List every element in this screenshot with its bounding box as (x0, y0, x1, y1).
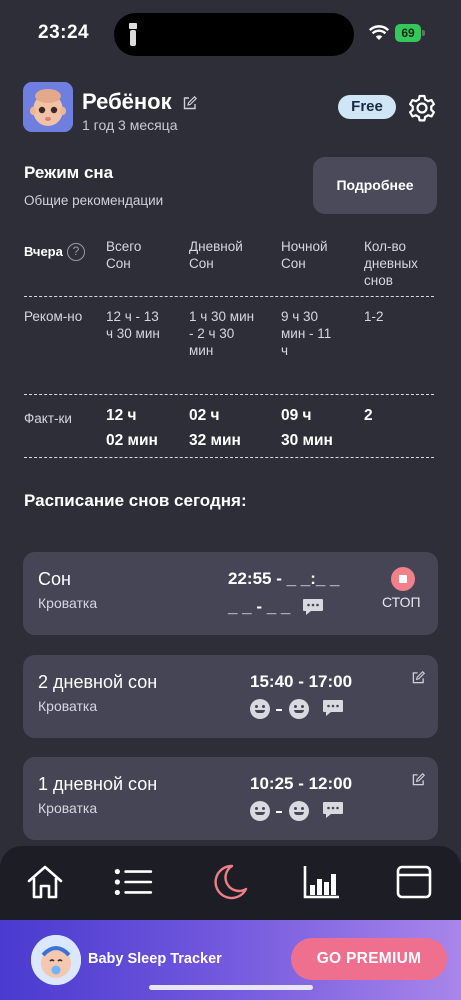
column-header-line: Сон (281, 256, 306, 271)
comment-icon[interactable] (322, 801, 344, 819)
stop-icon[interactable] (391, 567, 415, 591)
mood-start-icon[interactable] (250, 699, 270, 719)
sleep-mode-subtitle: Общие рекомендации (24, 193, 164, 208)
recommended-night: 9 ч 30 мин - 11 ч (281, 308, 331, 359)
column-header-line: дневных (364, 256, 418, 271)
sleep-card-time[interactable]: 10:25 - 12:00 (250, 774, 352, 794)
sleep-card-current[interactable]: Сон Кроватка 22:55 - _ _:_ _ _ _ - _ _ С… (23, 552, 438, 635)
mood-end-icon[interactable] (289, 801, 309, 821)
recommended-day: 1 ч 30 мин - 2 ч 30 мин (189, 308, 254, 359)
schedule-title: Расписание снов сегодня: (24, 491, 247, 510)
sleep-card-place: Кроватка (38, 595, 98, 611)
column-header-line: Сон (189, 256, 214, 271)
bottom-tab-bar (0, 846, 461, 920)
table-cell-line: 12 ч - 13 (106, 309, 159, 324)
table-divider (24, 394, 434, 395)
promo-baby-icon (31, 935, 81, 985)
table-cell-line: 1 ч 30 мин (189, 309, 255, 324)
table-cell-line: 12 ч (106, 407, 137, 424)
battery-indicator: 69 (395, 24, 421, 42)
column-header-line: Кол-во (364, 239, 406, 254)
status-time: 23:24 (38, 22, 90, 43)
table-cell-line: 09 ч (281, 407, 312, 424)
baby-avatar-icon (23, 82, 73, 132)
comment-icon[interactable] (322, 699, 344, 717)
table-divider (24, 457, 434, 458)
mood-start-icon[interactable] (250, 801, 270, 821)
column-header-total: Всего Сон (106, 238, 141, 272)
edit-name-icon[interactable] (183, 96, 197, 110)
go-premium-button[interactable]: GO PREMIUM (291, 938, 447, 980)
column-header-line: Сон (106, 256, 131, 271)
sleep-card-title: Сон (38, 569, 71, 589)
help-icon[interactable]: ? (67, 243, 85, 261)
status-bar: 23:24 69 (0, 0, 461, 70)
table-cell-line: 02 ч (189, 407, 220, 424)
table-cell-line: 2 (364, 407, 373, 424)
actual-total: 12 ч 02 мин (106, 403, 158, 453)
settings-gear-icon[interactable] (406, 92, 438, 124)
sleep-card-time-end[interactable]: _ _ - _ _ (228, 597, 290, 617)
column-header-night: Ночной Сон (281, 238, 328, 272)
calendar-icon[interactable] (394, 862, 434, 902)
sleep-card-time[interactable]: 15:40 - 17:00 (250, 672, 352, 692)
recommended-naps: 1-2 (364, 308, 384, 325)
sleep-card-nap-2[interactable]: 2 дневной сон Кроватка 15:40 - 17:00 (23, 655, 438, 738)
promo-app-name: Baby Sleep Tracker (88, 951, 222, 967)
flashlight-icon (129, 23, 137, 46)
battery-tip (422, 30, 425, 36)
moon-icon[interactable] (210, 862, 250, 902)
column-header-naps-count: Кол-во дневных снов (364, 238, 418, 289)
actual-day: 02 ч 32 мин (189, 403, 241, 453)
mood-separator (276, 709, 282, 711)
actual-naps: 2 (364, 403, 373, 428)
sleep-card-time-start[interactable]: 22:55 - _ _:_ _ (228, 569, 340, 589)
edit-icon[interactable] (412, 671, 425, 684)
table-cell-line: 30 мин (281, 432, 333, 449)
table-cell-line: мин (189, 343, 214, 358)
dynamic-island (114, 13, 354, 56)
sleep-mode-title: Режим сна (24, 163, 114, 182)
details-button[interactable]: Подробнее (313, 157, 437, 214)
table-cell-line: 1-2 (364, 309, 384, 324)
table-cell-line: ч 30 мин (106, 326, 160, 341)
table-cell-line: 32 мин (189, 432, 241, 449)
mood-end-icon[interactable] (289, 699, 309, 719)
sleep-card-place: Кроватка (38, 800, 98, 816)
sleep-card-nap-1[interactable]: 1 дневной сон Кроватка 10:25 - 12:00 (23, 757, 438, 840)
comment-icon[interactable] (302, 598, 324, 616)
child-age: 1 год 3 месяца (82, 117, 178, 133)
table-cell-line: 9 ч 30 (281, 309, 319, 324)
wifi-icon (369, 25, 389, 40)
sleep-card-place: Кроватка (38, 698, 98, 714)
column-header-day: Дневной Сон (189, 238, 243, 272)
table-divider (24, 296, 434, 297)
sleep-card-title: 1 дневной сон (38, 774, 158, 794)
column-header-line: снов (364, 273, 393, 288)
home-indicator[interactable] (149, 985, 313, 990)
actual-row-label: Факт-ки (24, 411, 72, 426)
home-icon[interactable] (25, 862, 65, 902)
child-name: Ребёнок (82, 89, 172, 114)
child-avatar[interactable] (23, 82, 73, 132)
column-header-line: Всего (106, 239, 142, 254)
stop-label[interactable]: СТОП (382, 594, 421, 610)
column-header-line: Ночной (281, 239, 328, 254)
table-cell-line: 02 мин (106, 432, 158, 449)
actual-night: 09 ч 30 мин (281, 403, 333, 453)
recommended-total: 12 ч - 13 ч 30 мин (106, 308, 160, 342)
plan-badge[interactable]: Free (338, 95, 396, 119)
list-icon[interactable] (113, 862, 153, 902)
recommended-row-label: Реком-но (24, 309, 83, 324)
sleep-card-title: 2 дневной сон (38, 672, 158, 692)
table-cell-line: - 2 ч 30 (189, 326, 235, 341)
edit-icon[interactable] (412, 773, 425, 786)
table-cell-line: ч (281, 343, 289, 358)
stats-icon[interactable] (302, 862, 342, 902)
table-cell-line: мин - 11 (281, 326, 332, 341)
table-yesterday-label: Вчера (24, 244, 63, 259)
column-header-line: Дневной (189, 239, 243, 254)
mood-separator (276, 811, 282, 813)
